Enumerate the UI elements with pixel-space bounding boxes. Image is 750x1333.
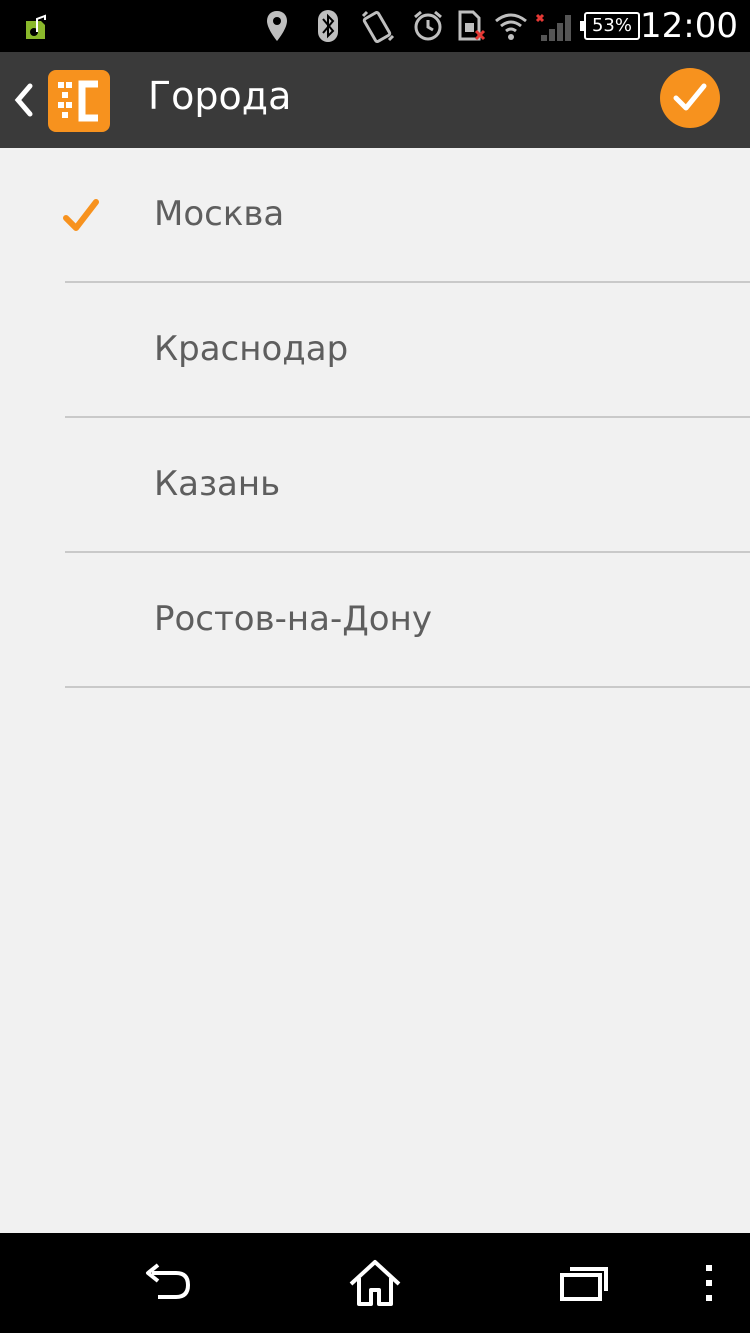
battery-percent: 53%: [591, 15, 632, 36]
wifi-icon: [494, 8, 528, 44]
app-logo-icon[interactable]: [48, 70, 110, 132]
selected-check-icon: [63, 199, 99, 231]
app-bar: Города: [0, 52, 750, 148]
recents-icon[interactable]: [556, 1255, 612, 1311]
checkmark-icon: [673, 83, 707, 111]
list-item-label: Краснодар: [154, 329, 349, 369]
list-item-label: Казань: [154, 464, 281, 504]
location-icon: [262, 8, 292, 44]
city-list: Москва Краснодар Казань Ростов-на-Дону: [0, 148, 750, 688]
list-item-label: Москва: [154, 194, 285, 234]
confirm-button[interactable]: [660, 68, 720, 128]
alarm-icon: [410, 8, 446, 44]
signal-icon: [534, 8, 574, 44]
back-icon[interactable]: [140, 1255, 196, 1311]
bluetooth-icon: [314, 8, 342, 44]
divider: [65, 686, 750, 688]
media-icon: [22, 8, 56, 44]
list-item-moskva[interactable]: Москва: [0, 148, 750, 283]
battery-icon: 53%: [580, 12, 640, 40]
vibrate-icon: [358, 8, 398, 44]
sim-error-icon: [456, 8, 488, 44]
menu-icon[interactable]: [694, 1255, 724, 1311]
list-item-kazan[interactable]: Казань: [0, 418, 750, 553]
back-chevron-icon[interactable]: [10, 80, 38, 120]
status-time: 12:00: [640, 6, 738, 46]
navigation-bar: [0, 1233, 750, 1333]
list-item-label: Ростов-на-Дону: [154, 599, 432, 639]
page-title: Города: [148, 74, 292, 118]
list-item-krasnodar[interactable]: Краснодар: [0, 283, 750, 418]
list-item-rostov[interactable]: Ростов-на-Дону: [0, 553, 750, 688]
status-bar: 53% 12:00: [0, 0, 750, 52]
home-icon[interactable]: [346, 1255, 404, 1311]
